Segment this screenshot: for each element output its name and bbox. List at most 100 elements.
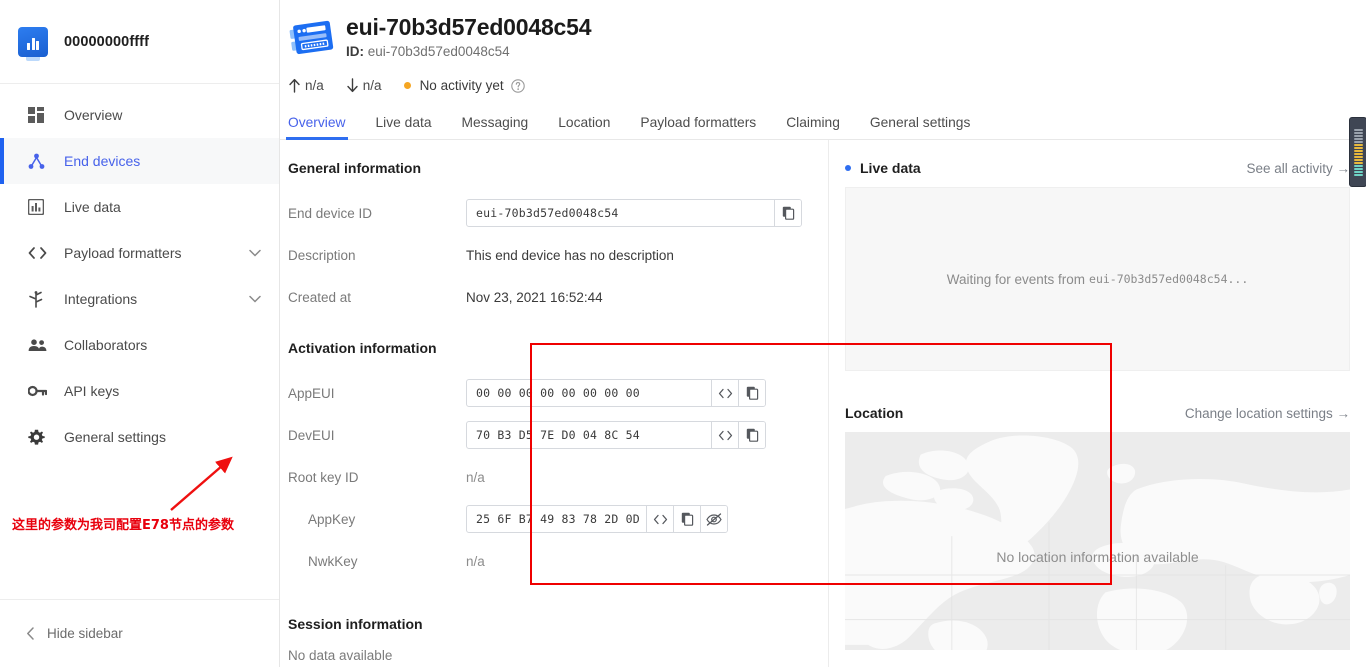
sidebar-nav: Overview End devices Live data Payload f…: [0, 84, 279, 460]
dev-eui-label: DevEUI: [288, 428, 466, 443]
code-brackets-icon: [28, 246, 50, 260]
sidebar-item-end-devices[interactable]: End devices: [0, 138, 279, 184]
nwk-key-value: n/a: [466, 554, 485, 569]
live-data-waiting-prefix: Waiting for events from: [947, 272, 1085, 287]
left-column: General information End device ID eui-70…: [280, 140, 828, 667]
created-at-label: Created at: [288, 290, 466, 305]
hide-sidebar-button[interactable]: Hide sidebar: [0, 599, 279, 667]
people-icon: [28, 339, 50, 352]
copy-icon[interactable]: [738, 380, 765, 406]
app-key-field[interactable]: 25 6F B7 49 83 78 2D 0D 74 8D FE E2 0…: [466, 505, 728, 533]
live-data-title: Live data: [860, 160, 921, 176]
sidebar-item-collaborators[interactable]: Collaborators: [0, 322, 279, 368]
row-app-eui: AppEUI 00 00 00 00 00 00 00 00: [288, 372, 828, 414]
row-created-at: Created at Nov 23, 2021 16:52:44: [288, 276, 828, 318]
device-id-line: ID: eui-70b3d57ed0048c54: [346, 44, 591, 59]
sidebar-item-overview[interactable]: Overview: [0, 92, 279, 138]
end-device-id-field[interactable]: eui-70b3d57ed0048c54: [466, 199, 802, 227]
app-eui-field[interactable]: 00 00 00 00 00 00 00 00: [466, 379, 766, 407]
tab-general-settings[interactable]: General settings: [870, 115, 970, 139]
description-value: This end device has no description: [466, 248, 674, 263]
tab-overview[interactable]: Overview: [288, 115, 346, 139]
page-header: eui-70b3d57ed0048c54 ID: eui-70b3d57ed00…: [280, 0, 1366, 140]
sidebar-item-label: End devices: [64, 153, 140, 169]
live-indicator-dot-icon: [845, 165, 851, 171]
chevron-down-icon[interactable]: [249, 249, 261, 257]
dev-eui-value: 70 B3 D5 7E D0 04 8C 54: [467, 422, 711, 448]
annotation-arrow: [168, 452, 238, 514]
location-map[interactable]: No location information available: [845, 432, 1350, 650]
location-title: Location: [845, 405, 903, 421]
created-at-value: Nov 23, 2021 16:52:44: [466, 290, 603, 305]
copy-icon[interactable]: [673, 506, 700, 532]
page-scrollbar-track[interactable]: [1350, 0, 1366, 667]
grid-icon: [28, 107, 50, 123]
end-device-board-icon: [288, 18, 338, 62]
sidebar-item-label: Payload formatters: [64, 245, 182, 261]
app-monitor-chart-icon: [18, 27, 48, 57]
chevron-left-icon: [26, 627, 35, 640]
tab-claiming[interactable]: Claiming: [786, 115, 840, 139]
session-information: Session information No data available: [288, 616, 828, 663]
uplink-stat: n/a: [288, 78, 324, 93]
see-all-activity-link[interactable]: See all activity →: [1246, 161, 1350, 176]
page-scrollbar-thumb[interactable]: [1350, 118, 1366, 186]
copy-icon[interactable]: [738, 422, 765, 448]
key-icon: [28, 385, 50, 397]
activation-information-title: Activation information: [288, 340, 828, 356]
general-information-title: General information: [288, 160, 828, 176]
bar-chart-icon: [28, 199, 50, 215]
location-empty-message: No location information available: [996, 549, 1198, 565]
device-stats-row: n/a n/a No activity yet: [280, 78, 1366, 93]
gear-icon: [28, 429, 50, 446]
row-app-key: AppKey 25 6F B7 49 83 78 2D 0D 74 8D FE …: [288, 498, 828, 540]
app-key-label: AppKey: [288, 512, 466, 527]
app-root: 00000000ffff Overview End devices Live d: [0, 0, 1366, 667]
app-eui-label: AppEUI: [288, 386, 466, 401]
copy-icon[interactable]: [774, 200, 801, 226]
chevron-down-icon[interactable]: [249, 295, 261, 303]
change-location-settings-link[interactable]: Change location settings →: [1185, 406, 1350, 421]
annotation-text: 这里的参数为我司配置E78节点的参数: [12, 514, 234, 533]
row-dev-eui: DevEUI 70 B3 D5 7E D0 04 8C 54: [288, 414, 828, 456]
tab-live-data[interactable]: Live data: [376, 115, 432, 139]
session-information-title: Session information: [288, 616, 828, 632]
sidebar: 00000000ffff Overview End devices Live d: [0, 0, 280, 667]
sidebar-item-api-keys[interactable]: API keys: [0, 368, 279, 414]
status-dot-icon: [404, 82, 411, 89]
code-brackets-icon[interactable]: [711, 380, 738, 406]
end-device-id-value: eui-70b3d57ed0048c54: [467, 200, 774, 226]
tab-messaging[interactable]: Messaging: [462, 115, 529, 139]
arrow-up-icon: [288, 78, 301, 93]
eye-off-icon[interactable]: [700, 506, 727, 532]
code-brackets-icon[interactable]: [646, 506, 673, 532]
sidebar-item-label: API keys: [64, 383, 119, 399]
code-brackets-icon[interactable]: [711, 422, 738, 448]
sidebar-item-label: Overview: [64, 107, 122, 123]
sidebar-item-live-data[interactable]: Live data: [0, 184, 279, 230]
sidebar-brand[interactable]: 00000000ffff: [0, 0, 279, 84]
tab-payload-formatters[interactable]: Payload formatters: [640, 115, 756, 139]
uplink-value: n/a: [305, 78, 324, 93]
session-information-value: No data available: [288, 648, 828, 663]
dev-eui-field[interactable]: 70 B3 D5 7E D0 04 8C 54: [466, 421, 766, 449]
right-column: Live data See all activity → Waiting for…: [828, 140, 1366, 667]
live-data-waiting-device: eui-70b3d57ed0048c54...: [1089, 272, 1248, 286]
live-data-title-wrap: Live data: [845, 160, 921, 176]
question-mark-circle-icon[interactable]: [511, 79, 525, 93]
sidebar-item-integrations[interactable]: Integrations: [0, 276, 279, 322]
row-root-key-id: Root key ID n/a: [288, 456, 828, 498]
sidebar-item-label: Collaborators: [64, 337, 147, 353]
downlink-value: n/a: [363, 78, 382, 93]
tab-location[interactable]: Location: [558, 115, 610, 139]
activity-status: No activity yet: [404, 78, 525, 93]
row-end-device-id: End device ID eui-70b3d57ed0048c54: [288, 192, 828, 234]
device-id-value: eui-70b3d57ed0048c54: [368, 44, 510, 59]
row-description: Description This end device has no descr…: [288, 234, 828, 276]
sidebar-item-label: Integrations: [64, 291, 137, 307]
live-data-empty-state: Waiting for events from eui-70b3d57ed004…: [845, 187, 1350, 371]
sidebar-item-payload-formatters[interactable]: Payload formatters: [0, 230, 279, 276]
end-device-node-icon: [28, 153, 50, 170]
app-eui-value: 00 00 00 00 00 00 00 00: [467, 380, 711, 406]
app-key-value: 25 6F B7 49 83 78 2D 0D 74 8D FE E2 0…: [467, 506, 646, 532]
